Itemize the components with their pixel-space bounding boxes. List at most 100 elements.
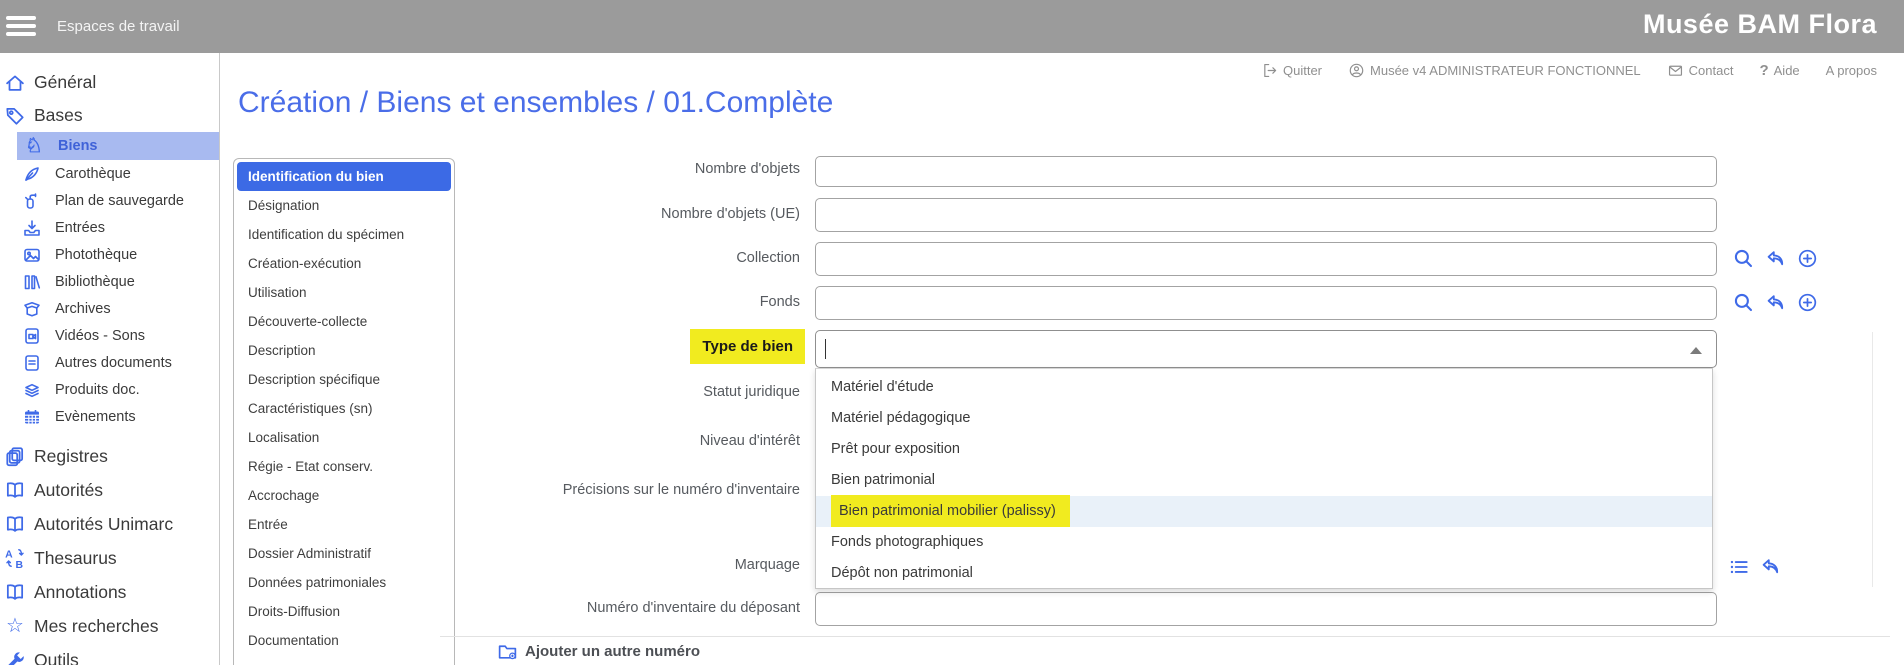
sidebar-item-autres-documents[interactable]: Autres documents	[0, 349, 219, 376]
app-brand: Musée BAM Flora	[1643, 9, 1877, 40]
label-nombre-objets: Nombre d'objets	[440, 161, 800, 177]
dropdown-option[interactable]: Prêt pour exposition	[816, 434, 1712, 465]
sidebar-item-annotations[interactable]: Annotations	[0, 575, 219, 609]
dropdown-option[interactable]: Fonds photographiques	[816, 527, 1712, 558]
sidebar-item-mes-recherches[interactable]: ☆ Mes recherches	[0, 609, 219, 643]
label-fonds: Fonds	[440, 294, 800, 310]
dropdown-option[interactable]: Matériel pédagogique	[816, 403, 1712, 434]
undo-arrow-icon[interactable]	[1764, 291, 1787, 314]
sidebar-item-registres[interactable]: Registres	[0, 439, 219, 473]
section-menu-item[interactable]: Dossier Administratif	[237, 539, 451, 568]
section-menu: Identification du bien Désignation Ident…	[233, 158, 455, 665]
add-number-button[interactable]: Ajouter un autre numéro	[497, 641, 700, 662]
workspace-label[interactable]: Espaces de travail	[57, 18, 180, 35]
sidebar-item-phototheque[interactable]: Photothèque	[0, 241, 219, 268]
stack-icon	[22, 380, 42, 400]
plus-circle-icon[interactable]	[1796, 247, 1819, 270]
caret-up-icon[interactable]	[1690, 347, 1702, 354]
bulleted-list-icon[interactable]	[1728, 556, 1750, 578]
section-menu-item[interactable]: Localisation	[237, 423, 451, 452]
sidebar-item-autorites[interactable]: Autorités	[0, 473, 219, 507]
sidebar-item-thesaurus[interactable]: AB Thesaurus	[0, 541, 219, 575]
label-type-de-bien-wrapper: Type de bien	[440, 329, 805, 364]
marquage-field-actions	[1728, 555, 1782, 578]
user-account[interactable]: Musée v4 ADMINISTRATEUR FONCTIONNEL	[1348, 62, 1641, 79]
dropdown-option[interactable]: Bien patrimonial mobilier (palissy)	[816, 496, 1712, 527]
flora-app-window: Espaces de travail Musée BAM Flora Quitt…	[0, 0, 1904, 665]
plus-circle-icon[interactable]	[1796, 291, 1819, 314]
hamburger-menu-icon[interactable]	[6, 16, 40, 38]
sidebar-item-archives[interactable]: Archives	[0, 295, 219, 322]
copies-icon	[4, 445, 26, 467]
text-cursor	[825, 339, 826, 359]
label-precisions-numero-inventaire: Précisions sur le numéro d'inventaire	[440, 482, 800, 498]
label-numero-deposant: Numéro d'inventaire du déposant	[440, 600, 800, 616]
dropdown-option[interactable]: Matériel d'étude	[816, 372, 1712, 403]
image-icon	[22, 245, 42, 265]
question-icon: ?	[1759, 62, 1768, 79]
section-menu-item[interactable]: Régie - Etat conserv.	[237, 452, 451, 481]
input-nombre-objets-ue[interactable]	[815, 198, 1717, 232]
svg-text:A: A	[5, 549, 13, 560]
help-link[interactable]: ? Aide	[1759, 62, 1799, 79]
input-collection[interactable]	[815, 242, 1717, 276]
label-marquage: Marquage	[440, 557, 800, 573]
input-nombre-objets[interactable]	[815, 156, 1717, 187]
section-menu-item[interactable]: Création-exécution	[237, 249, 451, 278]
section-menu-item[interactable]: Découverte-collecte	[237, 307, 451, 336]
sidebar-item-evenements[interactable]: Evènements	[0, 403, 219, 430]
section-menu-item[interactable]: Description spécifique	[237, 365, 451, 394]
document-icon	[22, 353, 42, 373]
inbox-download-icon	[22, 218, 42, 238]
dropdown-option[interactable]: Bien patrimonial	[816, 465, 1712, 496]
section-menu-item[interactable]: Documentation	[237, 626, 451, 655]
sidebar-item-produits-doc[interactable]: Produits doc.	[0, 376, 219, 403]
contact-link[interactable]: Contact	[1667, 62, 1734, 79]
sidebar-item-biens[interactable]: ♘ Biens	[17, 132, 219, 160]
input-fonds[interactable]	[815, 286, 1717, 320]
section-menu-item[interactable]: Entrée	[237, 510, 451, 539]
sidebar-item-videos-sons[interactable]: Vidéos - Sons	[0, 322, 219, 349]
chess-knight-icon: ♘	[23, 136, 45, 156]
open-book-icon	[4, 581, 26, 603]
dropdown-option[interactable]: Dépôt non patrimonial	[816, 558, 1712, 589]
section-menu-item[interactable]: Droits-Diffusion	[237, 597, 451, 626]
home-icon	[4, 72, 26, 94]
sidebar-item-carotheque[interactable]: Carothèque	[0, 160, 219, 187]
sidebar-item-plan-sauvegarde[interactable]: Plan de sauvegarde	[0, 187, 219, 214]
section-menu-item[interactable]: Données patrimoniales	[237, 568, 451, 597]
star-icon: ☆	[4, 616, 26, 636]
sidebar-item-bases[interactable]: Bases	[0, 99, 219, 132]
video-file-icon	[22, 326, 42, 346]
label-statut-juridique: Statut juridique	[440, 384, 800, 400]
section-menu-item[interactable]: Utilisation	[237, 278, 451, 307]
undo-arrow-icon[interactable]	[1759, 555, 1782, 578]
undo-arrow-icon[interactable]	[1764, 247, 1787, 270]
open-box-icon	[22, 299, 42, 319]
person-icon	[1348, 62, 1365, 79]
sidebar-item-autorites-unimarc[interactable]: Autorités Unimarc	[0, 507, 219, 541]
section-menu-item[interactable]: Identification du spécimen	[237, 220, 451, 249]
quit-link[interactable]: Quitter	[1261, 62, 1322, 79]
section-menu-item[interactable]: Identification du bien	[237, 162, 451, 191]
fire-extinguisher-icon	[22, 191, 42, 211]
section-menu-item[interactable]: Désignation	[237, 191, 451, 220]
input-numero-deposant[interactable]	[815, 592, 1717, 626]
tag-icon	[4, 105, 26, 127]
calendar-icon	[22, 407, 42, 427]
type-de-bien-dropdown: Matériel d'étude Matériel pédagogique Pr…	[815, 368, 1713, 589]
section-menu-item[interactable]: Accrochage	[237, 481, 451, 510]
search-icon[interactable]	[1732, 291, 1755, 314]
sidebar-item-outils[interactable]: Outils	[0, 643, 219, 665]
about-link[interactable]: A propos	[1826, 63, 1877, 78]
fonds-field-actions	[1732, 291, 1819, 314]
sidebar-item-general[interactable]: Général	[0, 66, 219, 99]
sidebar-item-entrees[interactable]: Entrées	[0, 214, 219, 241]
sidebar-item-bibliotheque[interactable]: Bibliothèque	[0, 268, 219, 295]
type-de-bien-combobox[interactable]	[815, 330, 1717, 368]
main-sidebar: Général Bases ♘ Biens Carothèque Plan de…	[0, 53, 220, 665]
search-icon[interactable]	[1732, 247, 1755, 270]
books-icon	[22, 272, 42, 292]
section-menu-item[interactable]: Description	[237, 336, 451, 365]
section-menu-item[interactable]: Caractéristiques (sn)	[237, 394, 451, 423]
